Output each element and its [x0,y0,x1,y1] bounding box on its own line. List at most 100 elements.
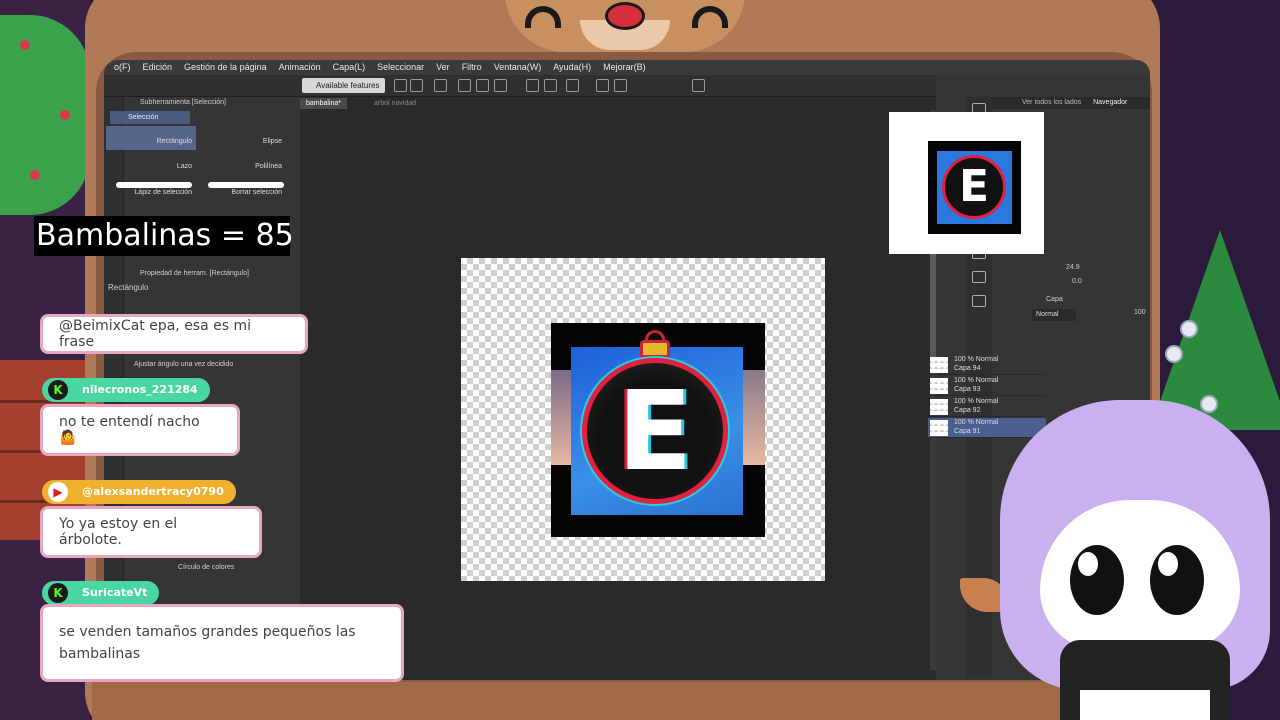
tab-bambalina[interactable]: bambalina* [300,98,348,109]
menu-page[interactable]: Gestión de la página [178,60,273,75]
chat-username-text: SuricateVt [82,586,148,599]
save-icon[interactable] [494,79,507,92]
panel-icon[interactable] [972,271,986,283]
ornament-letter: E [617,367,693,495]
layer-blend: 100 % Normal [954,377,999,384]
menu-icon[interactable] [394,79,407,92]
subtool-erase-selection[interactable]: Borrar selección [196,177,286,201]
vtuber-mascot-skirt [1080,690,1210,720]
youtube-icon: ▶ [48,482,68,502]
available-features-button[interactable]: Available features [302,78,386,93]
mascot-eye-shine [1078,552,1098,576]
tab-arbol-navidad[interactable]: arbol navidad [368,98,422,109]
layer-thumbnail [930,420,948,436]
redo-icon[interactable] [544,79,557,92]
ornament-cap [640,340,670,358]
reindeer-nose [605,2,645,30]
layer-name: Capa 93 [954,386,981,393]
chat-username-text: @alexsandertracy0790 [82,485,224,498]
chat-message: Yo ya estoy en el árbolote. [40,506,262,558]
subtool-polyline[interactable]: Polilínea [196,151,286,175]
mascot-eye [1070,545,1124,615]
subtool-ellipse[interactable]: Elipse [196,126,286,150]
layer-thumbnail [930,399,948,415]
chat-message-text: se venden tamaños grandes pequeños las b… [59,624,356,662]
mascot-eye [1150,545,1204,615]
wreath-berry [60,110,70,120]
menu-window[interactable]: Ventana(W) [488,60,548,75]
rotation-value[interactable]: 0.0 [1072,278,1082,285]
artwork-photo-strip [743,370,765,465]
menu-select[interactable]: Seleccionar [371,60,430,75]
christmas-wreath [0,15,90,215]
chat-username-text: nilecronos_221284 [82,383,198,396]
tab-layer[interactable]: Capa [1046,296,1063,303]
open-icon[interactable] [476,79,489,92]
artwork-photo-strip [551,370,571,465]
layer-name: Capa 91 [954,428,981,435]
opacity-value[interactable]: 100 [1134,309,1146,316]
transform-icon[interactable] [614,79,627,92]
kick-icon: K [48,380,68,400]
subtool-rectangle[interactable]: Rectángulo [106,126,196,150]
tree-ornament [1200,395,1218,413]
layer-thumbnail [930,378,948,394]
settings-icon[interactable] [434,79,447,92]
navigator-ornament: E [942,155,1006,219]
menu-animation[interactable]: Animación [273,60,327,75]
zoom-value[interactable]: 24.9 [1066,264,1080,271]
new-icon[interactable] [458,79,471,92]
layer-name: Capa 92 [954,407,981,414]
menu-layer[interactable]: Capa(L) [327,60,372,75]
color-wheel-label: Círculo de colores [178,564,235,571]
wreath-berry [30,170,40,180]
loading-icon[interactable] [566,79,579,92]
menu-edit[interactable]: Edición [137,60,179,75]
chat-message-text: no te entendí nacho 🤷 [59,414,200,446]
menu-filter[interactable]: Filtro [456,60,488,75]
navigator-header: Ver todos los lados Navegador [992,97,1150,109]
layer-blend: 100 % Normal [954,356,999,363]
layer-blend: 100 % Normal [954,398,999,405]
chat-username: K nilecronos_221284 [42,378,210,402]
subtool-selection-pen[interactable]: Lápiz de selección [106,177,196,201]
menu-upgrade[interactable]: Mejorar(B) [597,60,652,75]
angle-option[interactable]: Ajustar ángulo una vez decidido [120,359,233,371]
panel-icon[interactable] [972,295,986,307]
mascot-eye-shine [1158,552,1178,576]
chat-message: @BeimixCat epa, esa es mi frase [40,314,308,354]
chat-message-text: @BeimixCat epa, esa es mi frase [59,318,252,350]
chat-username: K SuricateVt [42,581,160,605]
menu-view[interactable]: Ver [430,60,456,75]
undo-icon[interactable] [526,79,539,92]
layer-name: Capa 94 [954,365,981,372]
help-icon[interactable] [692,79,705,92]
overlay-frame-bottom [92,682,1156,720]
blend-mode-select[interactable]: Normal [1032,309,1076,321]
tree-ornament [1165,345,1183,363]
tab-all-sides[interactable]: Ver todos los lados [992,99,1081,106]
tool-property-header: Propiedad de herram. [Rectángulo] [140,270,249,277]
fill-icon[interactable] [596,79,609,92]
bambalinas-counter: Bambalinas = 85 [34,216,294,256]
subtool-header: Subherramienta [Selección] [140,99,226,106]
layer-thumbnail [930,357,948,373]
tab-selection[interactable]: Selección [110,111,190,124]
tab-navigator[interactable]: Navegador [1083,99,1127,106]
layer-blend: 100 % Normal [954,419,999,426]
tool-property-name: Rectángulo [108,283,149,292]
menu-help[interactable]: Ayuda(H) [547,60,597,75]
new-file-icon[interactable] [410,79,423,92]
layer-row[interactable]: 100 % Normal Capa 92 [928,397,1046,417]
subtool-lasso[interactable]: Lazo [106,151,196,175]
kick-icon: K [48,583,68,603]
layer-row[interactable]: 100 % Normal Capa 93 [928,376,1046,396]
tree-ornament [1180,320,1198,338]
layer-row-selected[interactable]: 100 % Normal Capa 91 [928,418,1046,438]
layer-row[interactable]: 100 % Normal Capa 94 [928,355,1046,375]
menu-bar: o(F) Edición Gestión de la página Animac… [104,60,1150,75]
wreath-berry [20,40,30,50]
chat-message-text: Yo ya estoy en el árbolote. [59,516,178,548]
menu-file[interactable]: o(F) [108,60,137,75]
chat-message: no te entendí nacho 🤷 [40,404,240,456]
